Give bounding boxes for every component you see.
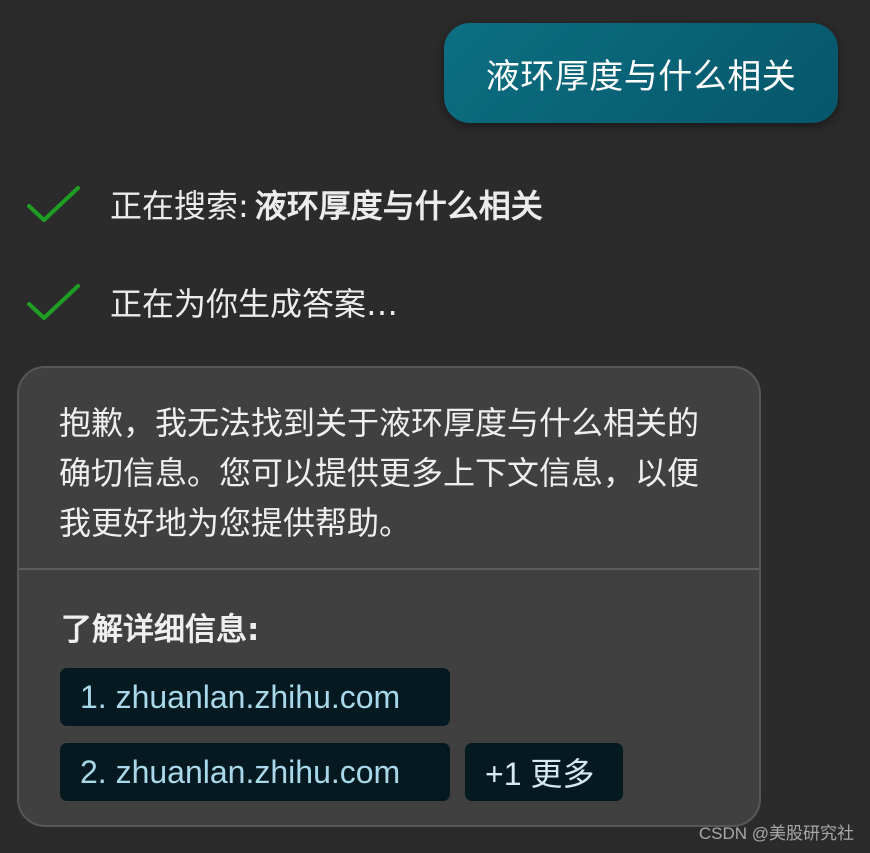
generating-label: 正在为你生成答案… — [110, 285, 399, 323]
check-icon — [26, 180, 82, 228]
answer-text: 抱歉，我无法找到关于液环厚度与什么相关的确切信息。您可以提供更多上下文信息，以便… — [59, 404, 700, 542]
watermark: CSDN @美股研究社 — [698, 824, 854, 843]
source-link-1[interactable]: 1. zhuanlan.zhihu.com — [60, 668, 450, 726]
searching-query: 液环厚度与什么相关 — [254, 187, 543, 225]
user-message-text: 液环厚度与什么相关 — [485, 56, 797, 97]
status-generating: 正在为你生成答案… — [26, 278, 398, 326]
learn-more-heading: 了解详细信息: — [61, 612, 260, 648]
source-link-2[interactable]: 2. zhuanlan.zhihu.com — [60, 743, 450, 801]
user-message-bubble: 液环厚度与什么相关 — [444, 23, 838, 123]
more-sources-button[interactable]: +1 更多 — [465, 743, 623, 801]
status-searching: 正在搜索: 液环厚度与什么相关 — [26, 180, 543, 228]
card-divider — [19, 568, 759, 570]
searching-label: 正在搜索: — [110, 187, 249, 225]
check-icon — [26, 278, 82, 326]
answer-card: 抱歉，我无法找到关于液环厚度与什么相关的确切信息。您可以提供更多上下文信息，以便… — [17, 366, 761, 827]
